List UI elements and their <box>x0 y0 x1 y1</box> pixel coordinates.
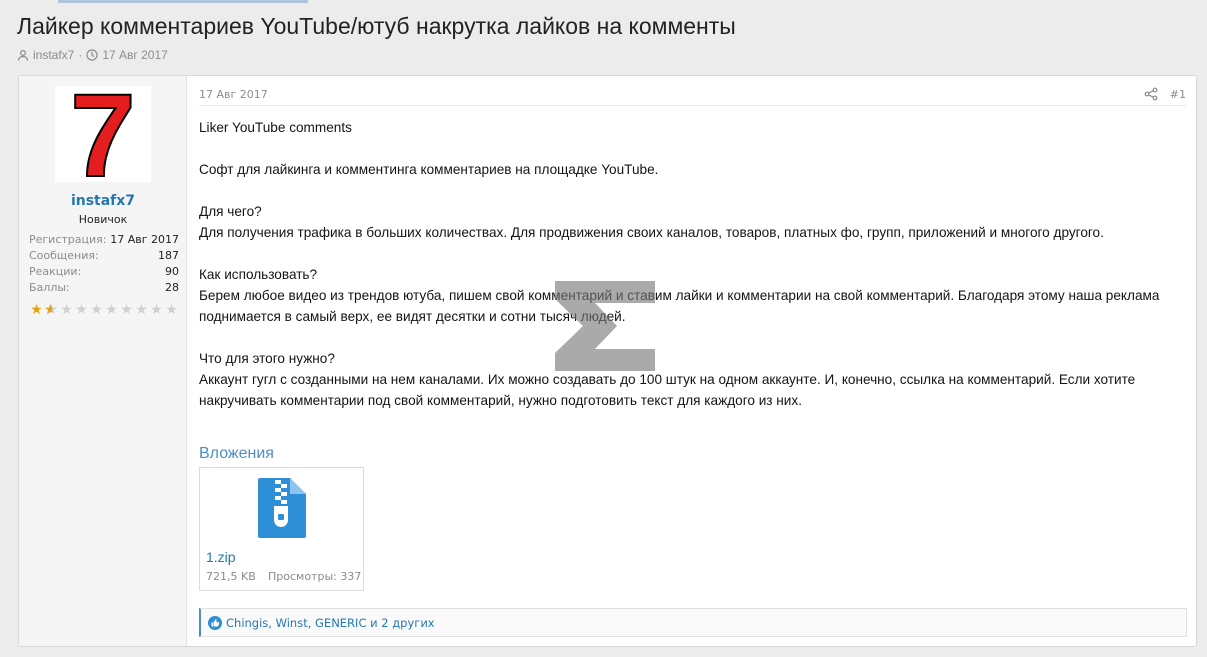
attachment-name-link[interactable]: 1.zip <box>206 549 236 565</box>
user-icon <box>17 49 29 61</box>
zip-file-icon[interactable] <box>256 476 308 540</box>
post-text-line: Софт для лайкинга и комментинга коммента… <box>199 162 659 177</box>
thread-date-link[interactable]: 17 Авг 2017 <box>102 48 167 62</box>
star-empty-icon: ★ <box>75 302 88 318</box>
clock-icon <box>86 49 98 61</box>
post-message: 7 instafx7 Новичок Регистрация: 17 Авг 20… <box>18 75 1197 647</box>
post-content: 17 Авг 2017 #1 Liker YouTube comments Соф… <box>199 76 1196 646</box>
post-number-link[interactable]: #1 <box>1170 88 1186 101</box>
sigma-watermark-icon <box>555 281 655 371</box>
star-empty-icon: ★ <box>135 302 148 318</box>
stat-label: Регистрация: <box>29 233 107 246</box>
post-text-line: Liker YouTube comments <box>199 120 352 135</box>
post-text-line: Что для этого нужно? <box>199 351 335 366</box>
reactions-bar: Chingis, Winst, GENERIC и 2 других <box>199 608 1187 637</box>
stat-row-messages: Сообщения: 187 <box>29 248 179 264</box>
star-empty-icon: ★ <box>120 302 133 318</box>
stat-label: Баллы: <box>29 281 70 294</box>
attachment-card[interactable]: 1.zip 721,5 KB Просмотры: 337 <box>199 467 364 591</box>
star-empty-icon: ★ <box>105 302 118 318</box>
stat-row-points: Баллы: 28 <box>29 280 179 296</box>
stat-row-registration: Регистрация: 17 Авг 2017 <box>29 232 179 248</box>
stat-row-reactions: Реакции: 90 <box>29 264 179 280</box>
star-full-icon: ★ <box>30 302 43 318</box>
user-rating-stars: ★ ★ ★ ★ ★ ★ ★ ★ ★ ★ <box>29 303 179 317</box>
post-body: Liker YouTube comments Софт для лайкинга … <box>199 117 1189 411</box>
star-empty-icon: ★ <box>90 302 103 318</box>
username-link[interactable]: instafx7 <box>19 193 187 209</box>
user-stats: Регистрация: 17 Авг 2017 Сообщения: 187 Ре… <box>29 232 179 296</box>
thread-author-link[interactable]: instafx7 <box>33 48 74 62</box>
stat-value: 28 <box>165 281 179 294</box>
thread-meta: instafx7 · 17 Авг 2017 <box>17 48 168 62</box>
star-empty-icon: ★ <box>165 302 178 318</box>
star-empty-icon: ★ <box>150 302 163 318</box>
avatar[interactable]: 7 <box>55 86 151 182</box>
post-header: 17 Авг 2017 #1 <box>199 76 1186 106</box>
star-empty-icon: ★ <box>60 302 73 318</box>
post-text-line: Как использовать? <box>199 267 318 282</box>
like-icon <box>208 615 222 630</box>
post-text-line: Берем любое видео из трендов ютуба, пише… <box>199 288 1160 324</box>
attachments-heading: Вложения <box>199 445 274 462</box>
stat-value[interactable]: 187 <box>158 248 179 264</box>
reactions-list-link[interactable]: Chingis, Winst, GENERIC и 2 других <box>226 616 435 630</box>
avatar-image: 7 <box>55 86 151 182</box>
attachment-views: Просмотры: 337 <box>268 570 362 583</box>
attachment-size: 721,5 KB <box>206 570 256 583</box>
breadcrumb-remnant <box>58 0 308 3</box>
stat-value: 90 <box>165 265 179 278</box>
post-text-line: Для получения трафика в больших количест… <box>199 225 1104 240</box>
meta-separator: · <box>78 48 83 62</box>
user-panel: 7 instafx7 Новичок Регистрация: 17 Авг 20… <box>19 76 187 646</box>
post-text-line: Аккаунт гугл с созданными на нем каналам… <box>199 372 1136 408</box>
post-text-line: Для чего? <box>199 204 262 219</box>
share-icon[interactable] <box>1144 87 1158 101</box>
stat-value: 17 Авг 2017 <box>110 233 179 246</box>
post-date-link[interactable]: 17 Авг 2017 <box>199 88 268 101</box>
stat-label: Реакции: <box>29 265 82 278</box>
page-title: Лайкер комментариев YouTube/ютуб накрутк… <box>17 13 736 39</box>
avatar-glyph: 7 <box>70 86 136 182</box>
user-rank: Новичок <box>78 213 128 226</box>
stat-label: Сообщения: <box>29 249 99 262</box>
star-half-icon: ★ <box>44 303 59 317</box>
